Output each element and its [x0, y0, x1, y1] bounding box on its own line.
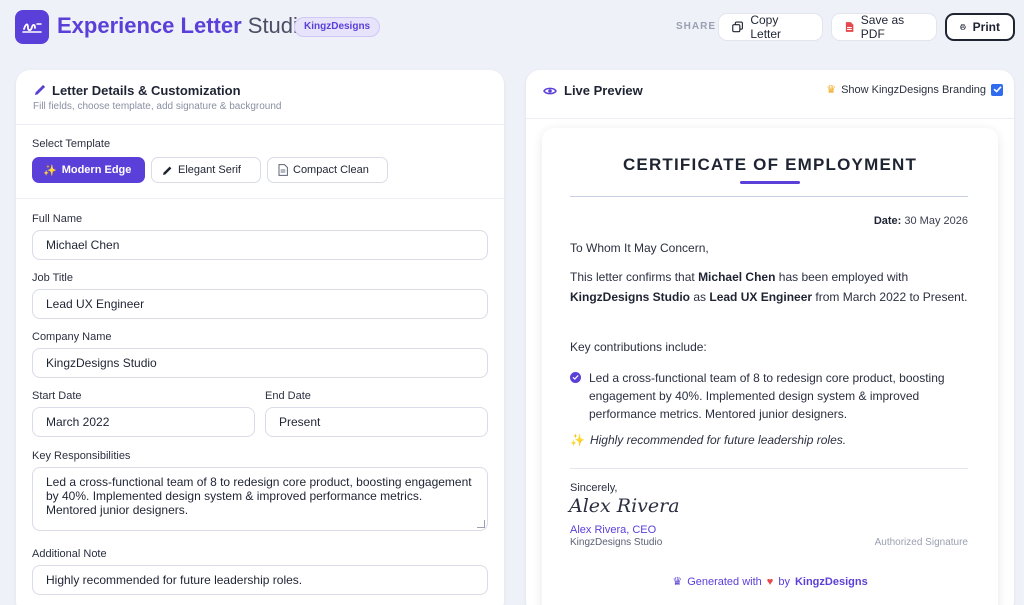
letter-note: ✨ Highly recommended for future leadersh…: [570, 433, 846, 447]
pdf-file-icon: [845, 22, 854, 32]
preview-divider: [526, 118, 1014, 119]
signature-logo-icon: [22, 23, 42, 33]
footer-generated: Generated with: [687, 575, 762, 588]
resize-handle-icon[interactable]: [477, 520, 485, 528]
app-title-bold: Experience Letter: [57, 13, 242, 38]
full-name-label: Full Name: [32, 213, 83, 225]
crown-icon: ♛: [672, 576, 683, 588]
print-button[interactable]: Print: [945, 13, 1015, 41]
date-value: 30 May 2026: [904, 215, 968, 227]
form-panel-title: Letter Details & Customization: [33, 83, 241, 98]
start-date-input[interactable]: March 2022: [32, 407, 255, 437]
check-circle-icon: [570, 372, 581, 383]
start-date-label: Start Date: [32, 390, 82, 402]
sparkle-icon: ✨: [570, 433, 585, 447]
body-part-3: as: [693, 289, 707, 304]
copy-letter-label: Copy Letter: [750, 13, 782, 41]
authorized-signature-label: Authorized Signature: [874, 537, 968, 548]
form-panel-title-text: Letter Details & Customization: [52, 83, 241, 98]
form-panel-header: Letter Details & Customization Fill fiel…: [16, 70, 504, 125]
template-modern-edge-button[interactable]: ✨ Modern Edge: [32, 157, 145, 183]
body-employee-name: Michael Chen: [698, 270, 776, 284]
form-divider: [16, 198, 504, 199]
preview-title-text: Live Preview: [564, 83, 643, 98]
job-title-input[interactable]: Lead UX Engineer: [32, 289, 488, 319]
letter-date: Date: 30 May 2026: [874, 215, 968, 227]
note-text: Highly recommended for future leadership…: [589, 433, 847, 447]
body-part-2: has been employed with: [778, 270, 909, 284]
contributions-intro: Key contributions include:: [570, 340, 707, 354]
eye-icon: [543, 87, 557, 94]
title-accent-bar: [740, 181, 800, 184]
branding-footer: ♛ Generated with ♥ by KingzDesigns: [542, 575, 998, 589]
template-label-elegant: Elegant Serif: [178, 164, 241, 176]
app-logo: [15, 10, 49, 44]
pen-icon: [35, 85, 45, 95]
template-label-modern: Modern Edge: [61, 164, 132, 176]
branding-checkbox[interactable]: [991, 83, 1003, 96]
full-name-input[interactable]: Michael Chen: [32, 230, 488, 260]
signature: Alex Rivera: [569, 495, 680, 517]
branding-label: Show KingzDesigns Branding: [841, 83, 986, 96]
save-pdf-button[interactable]: Save as PDF: [831, 13, 937, 41]
letter-salutation: To Whom It May Concern,: [570, 241, 709, 255]
company-name-input[interactable]: KingzDesigns Studio: [32, 348, 488, 378]
signature-rule: [570, 468, 968, 469]
heart-icon: ♥: [766, 575, 774, 588]
save-pdf-label: Save as PDF: [860, 13, 905, 41]
template-elegant-serif-button[interactable]: Elegant Serif: [151, 157, 261, 183]
job-title-label: Job Title: [32, 272, 73, 284]
closing: Sincerely,: [570, 482, 618, 494]
letter-title: CERTIFICATE OF EMPLOYMENT: [622, 155, 918, 174]
body-role: Lead UX Engineer: [709, 289, 813, 304]
contribution-text: Led a cross-functional team of 8 to rede…: [589, 371, 945, 421]
responsibilities-label: Key Responsibilities: [32, 450, 131, 462]
app-header: Experience Letter Studio KingzDesigns SH…: [0, 0, 1024, 56]
crown-icon: ♛: [826, 84, 837, 96]
branding-toggle[interactable]: ♛ Show KingzDesigns Branding: [826, 83, 1003, 96]
print-label: Print: [972, 20, 1000, 34]
brand-badge: KingzDesigns: [294, 17, 381, 37]
end-date-label: End Date: [265, 390, 311, 402]
letter-preview-card: CERTIFICATE OF EMPLOYMENT Date: 30 May 2…: [542, 128, 998, 605]
sparkle-icon: ✨: [43, 164, 57, 177]
template-compact-clean-button[interactable]: Compact Clean: [267, 157, 388, 183]
body-company: KingzDesigns Studio: [570, 289, 690, 304]
template-label-compact: Compact Clean: [293, 164, 369, 176]
preview-panel-title: Live Preview: [543, 83, 643, 98]
share-label: SHARE: [676, 21, 717, 32]
form-panel-subtitle: Fill fields, choose template, add signat…: [33, 101, 282, 112]
responsibilities-textarea[interactable]: Led a cross-functional team of 8 to rede…: [32, 467, 488, 531]
footer-brand: KingzDesigns: [794, 575, 868, 588]
body-part-4: from March 2022 to Present.: [815, 289, 968, 304]
date-label: Date:: [873, 215, 902, 227]
additional-note-label: Additional Note: [32, 548, 107, 560]
printer-icon: [960, 24, 966, 30]
letter-details-panel: Letter Details & Customization Fill fiel…: [16, 70, 504, 605]
responsibilities-text: Led a cross-functional team of 8 to rede…: [46, 475, 472, 517]
app-title: Experience Letter Studio: [57, 13, 310, 39]
end-date-input[interactable]: Present: [265, 407, 488, 437]
additional-note-input[interactable]: Highly recommended for future leadership…: [32, 565, 488, 595]
copy-letter-button[interactable]: Copy Letter: [718, 13, 823, 41]
checkmark-icon: [993, 86, 1001, 93]
signer-company: KingzDesigns Studio: [570, 537, 663, 548]
live-preview-panel: Live Preview ♛ Show KingzDesigns Brandin…: [526, 70, 1014, 605]
footer-by: by: [778, 575, 790, 588]
body-part-1: This letter confirms that: [570, 270, 695, 284]
letter-body: This letter confirms that Michael Chen h…: [570, 268, 970, 307]
signer-name: Alex Rivera, CEO: [570, 524, 657, 536]
template-label: Select Template: [32, 138, 111, 150]
copy-icon: [732, 21, 743, 33]
title-rule: [570, 196, 968, 197]
company-name-label: Company Name: [32, 331, 112, 343]
pen-icon: [163, 166, 172, 175]
document-icon: [278, 164, 288, 176]
